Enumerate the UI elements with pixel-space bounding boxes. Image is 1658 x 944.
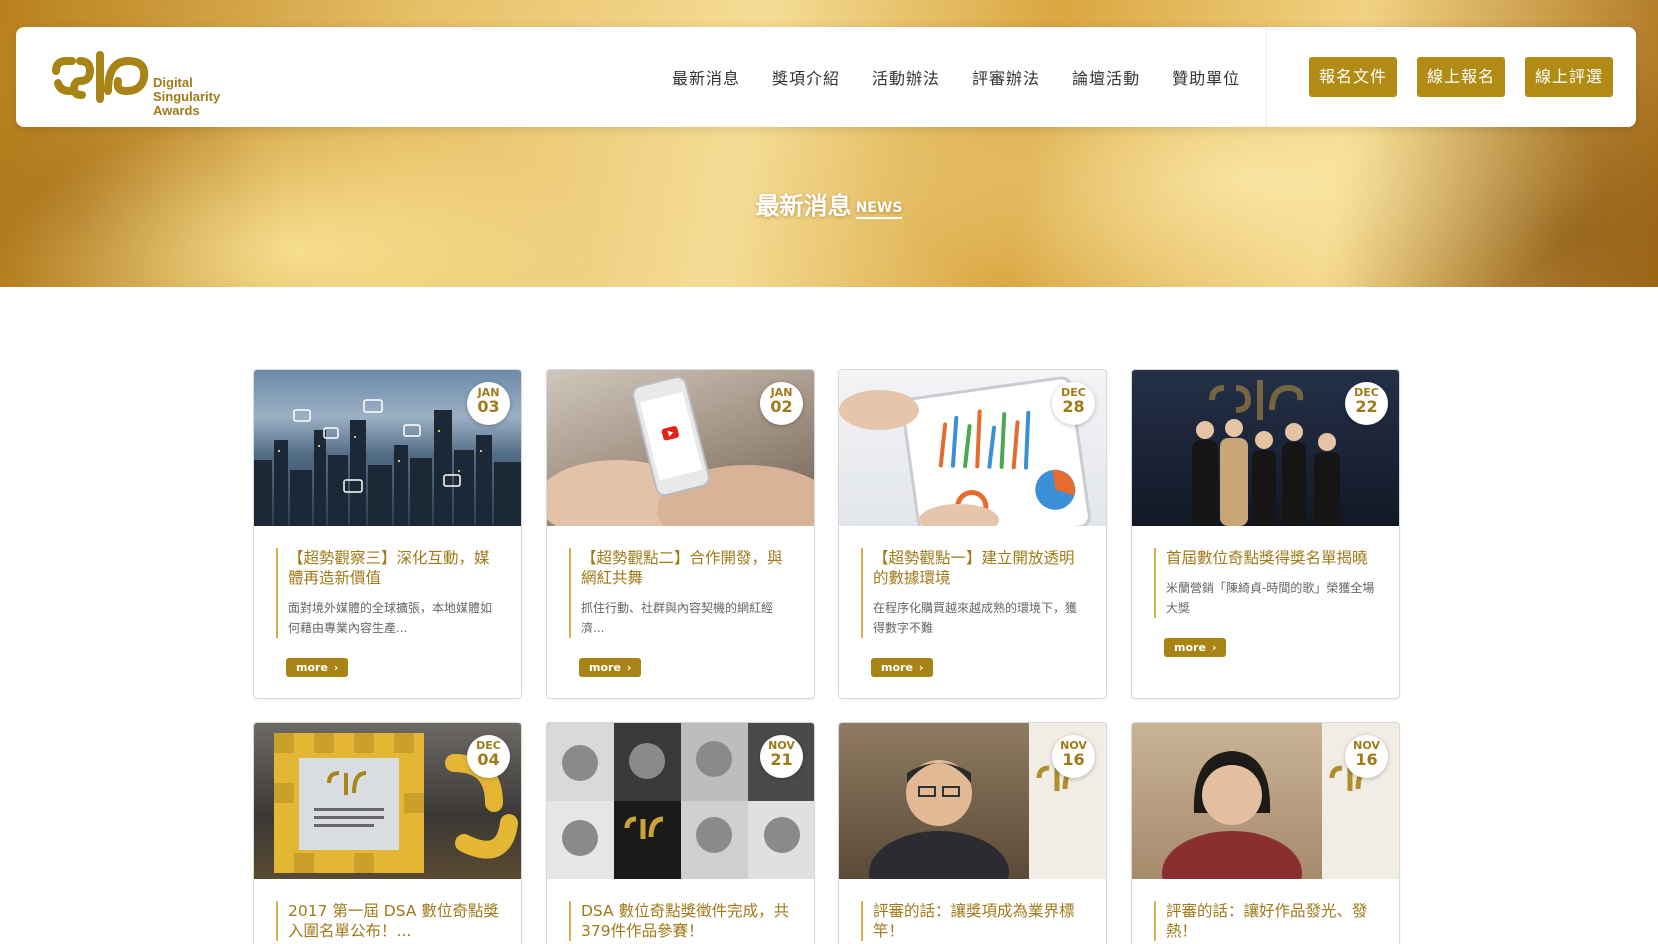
news-title[interactable]: 【超勢觀點一】建立開放透明的數據環境 [873, 548, 1086, 588]
date-day: 16 [1062, 750, 1085, 769]
more-label: more [589, 661, 621, 674]
date-day: 22 [1355, 397, 1378, 416]
page-title-en: NEWS [855, 200, 903, 219]
news-text: 【超勢觀點一】建立開放透明的數據環境 在程序化購買越來越成熟的環境下，獲得數字不… [861, 548, 1086, 638]
logo-line: Digital [153, 75, 193, 90]
news-text: 【超勢觀察三】深化互動，媒體再造新價值 面對境外媒體的全球擴張，本地媒體如何藉由… [276, 548, 501, 638]
news-text: 評審的話：讓獎項成為業界標竿！ [861, 901, 1086, 941]
date-day: 02 [770, 397, 793, 416]
date-month: DEC [1061, 386, 1086, 399]
date-month: NOV [1353, 739, 1380, 752]
news-card[interactable]: NOV 16 評審的話：讓獎項成為業界標竿！ [838, 722, 1107, 944]
news-title[interactable]: DSA 數位奇點獎徵件完成，共379件作品參賽！ [581, 901, 794, 941]
news-title[interactable]: 【超勢觀點二】合作開發，與網紅共舞 [581, 548, 794, 588]
date-month: DEC [1354, 386, 1379, 399]
nav-item-forum[interactable]: 論壇活動 [1072, 65, 1140, 89]
date-month: NOV [768, 739, 795, 752]
news-image[interactable]: DEC 28 [839, 370, 1106, 526]
news-title[interactable]: 評審的話：讓好作品發光、發熱！ [1166, 901, 1379, 941]
news-image[interactable]: DEC 22 [1132, 370, 1399, 526]
more-button[interactable]: more › [579, 658, 642, 677]
news-card[interactable]: DEC 28 【超勢觀點一】建立開放透明的數據環境 在程序化購買越來越成熟的環境… [838, 369, 1107, 699]
news-text: 2017 第一屆 DSA 數位奇點獎入圍名單公布！... [276, 901, 501, 941]
news-text: 首屆數位奇點獎得獎名單揭曉 米蘭營銷「陳綺貞-時間的歌」榮獲全場大獎 [1154, 548, 1379, 618]
more-button[interactable]: more › [286, 658, 349, 677]
more-label: more [296, 661, 328, 674]
date-day: 16 [1355, 750, 1378, 769]
news-excerpt: 面對境外媒體的全球擴張，本地媒體如何藉由專業內容生產... [288, 601, 493, 635]
chevron-right-icon: › [626, 661, 632, 674]
logo-line: Singularity [153, 89, 221, 104]
online-voting-button[interactable]: 線上評選 [1525, 57, 1614, 97]
date-day: 28 [1062, 397, 1085, 416]
news-text: 評審的話：讓好作品發光、發熱！ [1154, 901, 1379, 941]
news-image[interactable]: NOV 16 [1132, 723, 1399, 879]
news-excerpt: 抓住行動、社群與內容契機的網紅經濟... [581, 601, 774, 635]
date-badge: NOV 21 [760, 735, 803, 778]
news-image[interactable]: NOV 16 [839, 723, 1106, 879]
news-excerpt: 在程序化購買越來越成熟的環境下，獲得數字不難 [873, 601, 1078, 635]
date-badge: DEC 28 [1052, 382, 1095, 425]
news-excerpt: 米蘭營銷「陳綺貞-時間的歌」榮獲全場大獎 [1166, 581, 1375, 615]
header-divider [1266, 27, 1267, 127]
news-image[interactable]: DEC 04 [254, 723, 521, 879]
date-day: 03 [477, 397, 500, 416]
news-title[interactable]: 2017 第一屆 DSA 數位奇點獎入圍名單公布！... [288, 901, 501, 941]
news-image[interactable]: JAN 02 [547, 370, 814, 526]
date-badge: JAN 02 [760, 382, 803, 425]
chevron-right-icon: › [333, 661, 339, 674]
news-title[interactable]: 首屆數位奇點獎得獎名單揭曉 [1166, 548, 1379, 568]
news-card[interactable]: DEC 22 首屆數位奇點獎得獎名單揭曉 米蘭營銷「陳綺貞-時間的歌」榮獲全場大… [1131, 369, 1400, 699]
more-button[interactable]: more › [1164, 638, 1227, 657]
news-card[interactable]: NOV 16 評審的話：讓好作品發光、發熱！ [1131, 722, 1400, 944]
date-badge: DEC 04 [467, 735, 510, 778]
more-label: more [1174, 641, 1206, 654]
page-title: 最新消息 NEWS [0, 186, 1658, 221]
site-header: Digital Singularity Awards 最新消息 獎項介紹 活動辦… [16, 27, 1636, 127]
news-grid: JAN 03 【超勢觀察三】深化互動，媒體再造新價值 面對境外媒體的全球擴張，本… [253, 369, 1401, 944]
more-button[interactable]: more › [871, 658, 934, 677]
news-card[interactable]: NOV 21 DSA 數位奇點獎徵件完成，共379件作品參賽！ [546, 722, 815, 944]
news-card[interactable]: JAN 03 【超勢觀察三】深化互動，媒體再造新價值 面對境外媒體的全球擴張，本… [253, 369, 522, 699]
dsa-logo-icon [52, 51, 149, 103]
news-text: DSA 數位奇點獎徵件完成，共379件作品參賽！ [569, 901, 794, 941]
news-title[interactable]: 【超勢觀察三】深化互動，媒體再造新價值 [288, 548, 501, 588]
main-nav: 最新消息 獎項介紹 活動辦法 評審辦法 論壇活動 贊助單位 [672, 65, 1272, 89]
nav-item-news[interactable]: 最新消息 [672, 65, 740, 89]
news-card[interactable]: JAN 02 【超勢觀點二】合作開發，與網紅共舞 抓住行動、社群與內容契機的網紅… [546, 369, 815, 699]
entry-docs-button[interactable]: 報名文件 [1309, 57, 1398, 97]
date-month: DEC [476, 739, 501, 752]
site-logo[interactable]: Digital Singularity Awards [50, 47, 240, 118]
header-actions: 報名文件 線上報名 線上評選 [1309, 57, 1633, 97]
news-text: 【超勢觀點二】合作開發，與網紅共舞 抓住行動、社群與內容契機的網紅經濟... [569, 548, 794, 638]
nav-item-judging[interactable]: 評審辦法 [972, 65, 1040, 89]
date-badge: DEC 22 [1345, 382, 1388, 425]
online-register-button[interactable]: 線上報名 [1417, 57, 1506, 97]
date-month: JAN [770, 386, 793, 399]
date-month: NOV [1060, 739, 1087, 752]
date-badge: NOV 16 [1052, 735, 1095, 778]
date-day: 21 [770, 750, 793, 769]
date-badge: NOV 16 [1345, 735, 1388, 778]
news-image[interactable]: JAN 03 [254, 370, 521, 526]
page-title-zh: 最新消息 [755, 192, 852, 220]
date-badge: JAN 03 [467, 382, 510, 425]
nav-item-awards[interactable]: 獎項介紹 [772, 65, 840, 89]
chevron-right-icon: › [918, 661, 924, 674]
date-day: 04 [477, 750, 500, 769]
news-card[interactable]: DEC 04 2017 第一屆 DSA 數位奇點獎入圍名單公布！... [253, 722, 522, 944]
chevron-right-icon: › [1211, 641, 1217, 654]
nav-item-rules[interactable]: 活動辦法 [872, 65, 940, 89]
date-month: JAN [477, 386, 500, 399]
logo-line: Awards [153, 103, 200, 118]
news-image[interactable]: NOV 21 [547, 723, 814, 879]
news-title[interactable]: 評審的話：讓獎項成為業界標竿！ [873, 901, 1086, 941]
more-label: more [881, 661, 913, 674]
nav-item-sponsors[interactable]: 贊助單位 [1172, 65, 1240, 89]
logo-wordmark: Digital Singularity Awards [153, 76, 220, 118]
